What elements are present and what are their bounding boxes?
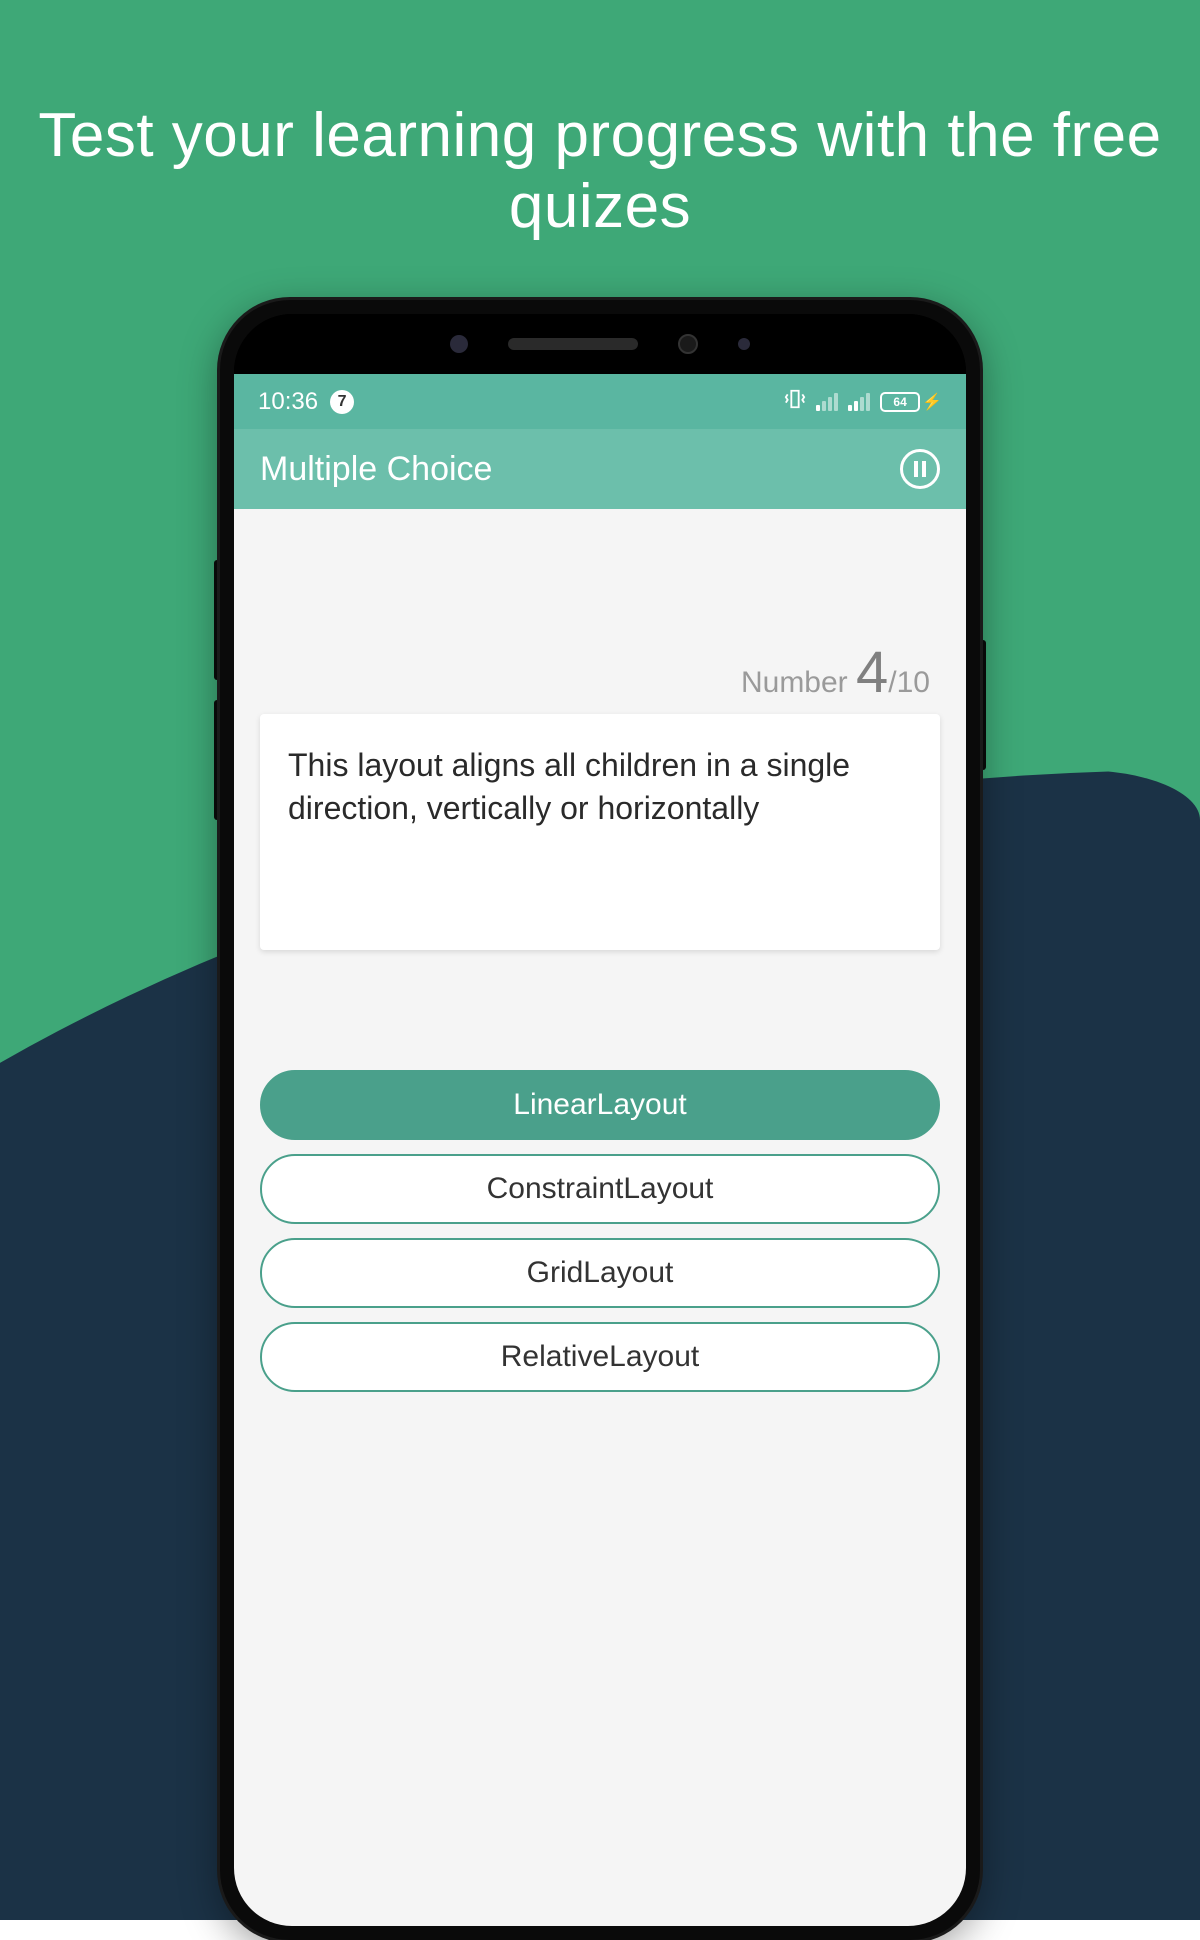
options-list: LinearLayout ConstraintLayout GridLayout…: [260, 1070, 940, 1392]
vibrate-icon: [784, 388, 806, 416]
app-bar: Multiple Choice: [234, 429, 966, 509]
pause-button[interactable]: [900, 449, 940, 489]
page-title: Multiple Choice: [260, 450, 492, 489]
signal-icon-2: [848, 393, 870, 411]
notification-badge: 7: [330, 390, 354, 414]
phone-notch: [234, 314, 966, 374]
phone-screen: 10:36 7: [234, 374, 966, 1926]
question-card: This layout aligns all children in a sin…: [260, 714, 940, 950]
option-linearlayout[interactable]: LinearLayout: [260, 1070, 940, 1140]
question-progress: Number 4/10: [260, 639, 940, 706]
status-bar: 10:36 7: [234, 374, 966, 429]
option-gridlayout[interactable]: GridLayout: [260, 1238, 940, 1308]
option-relativelayout[interactable]: RelativeLayout: [260, 1322, 940, 1392]
question-text: This layout aligns all children in a sin…: [288, 744, 912, 830]
battery-icon: 64 ⚡: [880, 392, 942, 412]
phone-mockup: 10:36 7: [220, 300, 980, 1940]
signal-icon: [816, 393, 838, 411]
status-time: 10:36: [258, 388, 318, 416]
marketing-headline: Test your learning progress with the fre…: [0, 100, 1200, 243]
option-constraintlayout[interactable]: ConstraintLayout: [260, 1154, 940, 1224]
